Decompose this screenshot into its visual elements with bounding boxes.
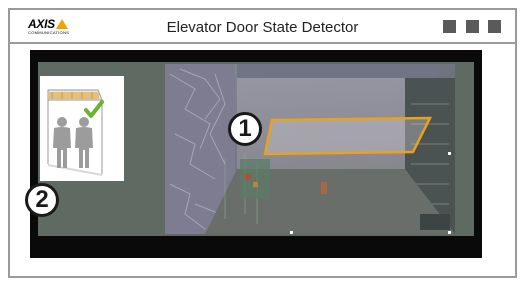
title-bar: AXIS COMMUNICATIONS Elevator Door State … <box>10 10 515 44</box>
camera-feed-image <box>165 64 455 234</box>
window-controls <box>438 20 501 38</box>
maximize-button[interactable] <box>465 20 479 33</box>
elevator-people-icon <box>40 76 124 181</box>
elevator-occupancy-illustration <box>40 76 124 181</box>
close-button[interactable] <box>488 20 501 33</box>
callout-marker-2: 2 <box>25 183 59 217</box>
camera-view[interactable] <box>165 64 455 234</box>
callout-marker-1: 1 <box>228 112 262 146</box>
minimize-button[interactable] <box>443 20 457 33</box>
